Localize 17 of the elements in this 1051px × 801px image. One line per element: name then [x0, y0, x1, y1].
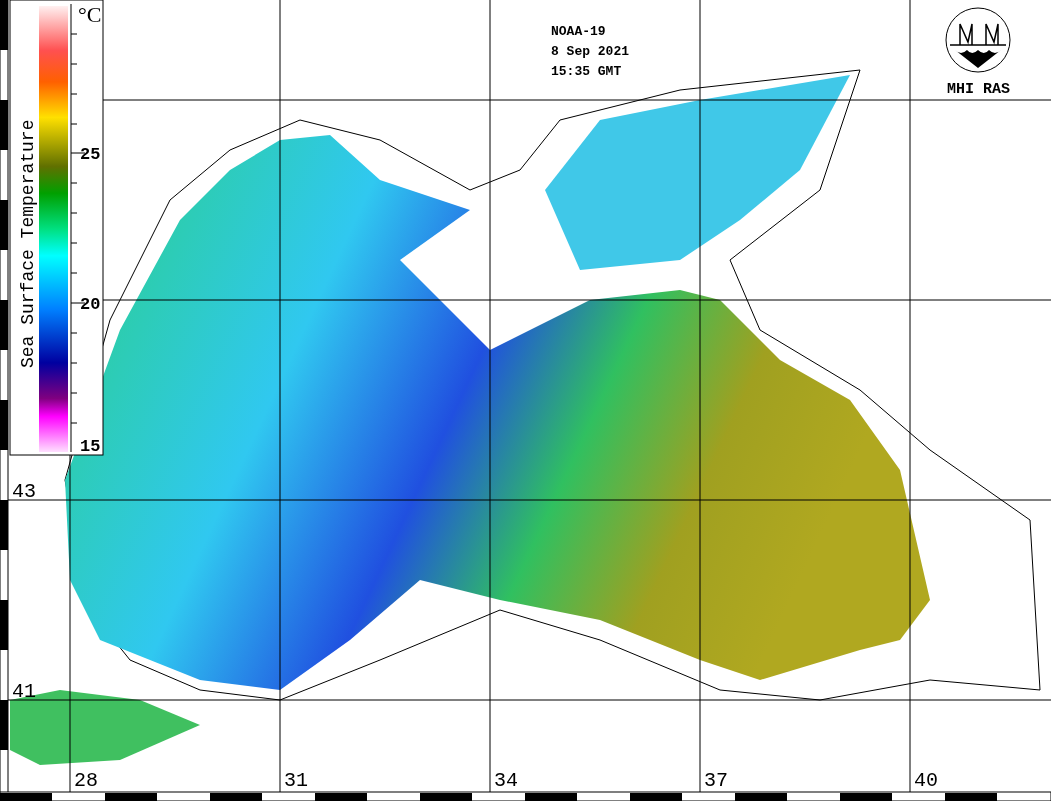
longitude-label: 40 [914, 769, 938, 792]
scale-tick-label: 25 [80, 145, 101, 164]
latitude-label: 41 [12, 680, 36, 703]
longitude-label: 31 [284, 769, 308, 792]
institute-name: MHI RAS [947, 81, 1010, 98]
institute-logo-icon [945, 7, 1011, 73]
scale-tick-label: 20 [80, 295, 101, 314]
longitude-label: 34 [494, 769, 518, 792]
longitude-label: 28 [74, 769, 98, 792]
scale-tick-label: 15 [80, 437, 101, 456]
latitude-label: 43 [12, 480, 36, 503]
longitude-label: 37 [704, 769, 728, 792]
unit-label: °C [78, 2, 102, 27]
image-time: 15:35 GMT [551, 64, 622, 79]
satellite-name: NOAA-19 [551, 24, 606, 39]
legend-title: Sea Surface Temperature [18, 119, 38, 368]
image-date: 8 Sep 2021 [551, 44, 629, 59]
